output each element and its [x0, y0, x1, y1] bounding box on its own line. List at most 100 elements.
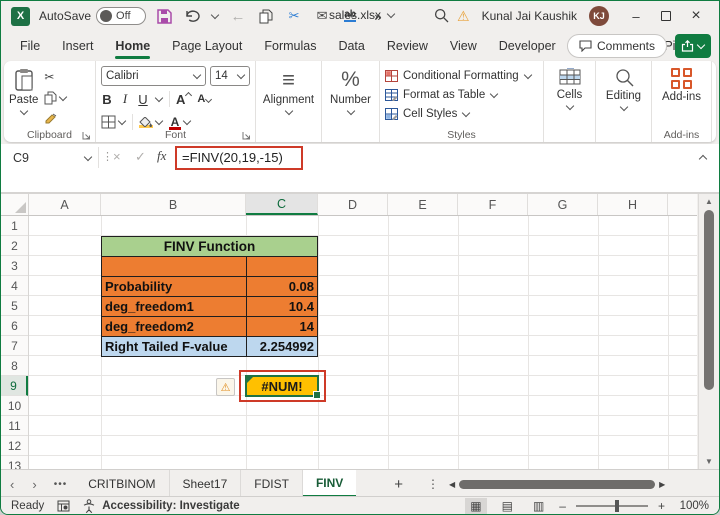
page-break-view-button[interactable]: ▥	[528, 498, 549, 514]
tab-bar-menu-icon[interactable]: ⋮	[417, 477, 449, 491]
number-button[interactable]: % Number	[327, 66, 374, 116]
horizontal-scrollbar[interactable]: ◀ ▶	[449, 479, 711, 489]
cell-probability-value[interactable]: 0.08	[246, 276, 318, 297]
tab-file[interactable]: File	[9, 34, 51, 58]
scroll-up-icon[interactable]: ▲	[699, 197, 719, 206]
sheet-tab-finv[interactable]: FINV	[302, 470, 357, 498]
row-header-8[interactable]: 8	[1, 356, 28, 376]
close-button[interactable]: ×	[681, 1, 711, 31]
row-header-9[interactable]: 9	[1, 376, 28, 396]
zoom-slider[interactable]	[575, 499, 648, 512]
new-sheet-button[interactable]: +	[382, 476, 415, 493]
comments-button[interactable]: Comments	[566, 34, 667, 58]
search-icon[interactable]	[434, 8, 449, 23]
user-name[interactable]: Kunal Jai Kaushik	[482, 9, 577, 23]
row-header-11[interactable]: 11	[1, 416, 28, 436]
cell-deg-freedom1-label[interactable]: deg_freedom1	[101, 296, 247, 317]
insert-function-icon[interactable]: fx	[157, 148, 166, 164]
cell-probability-label[interactable]: Probability	[101, 276, 247, 297]
clipboard-dialog-launcher-icon[interactable]	[82, 131, 91, 140]
zoom-slider-handle[interactable]	[614, 499, 619, 512]
cut-icon[interactable]: ✂	[285, 7, 303, 25]
cell-deg-freedom2-value[interactable]: 14	[246, 316, 318, 337]
tab-data[interactable]: Data	[327, 34, 375, 58]
row-header-1[interactable]: 1	[1, 216, 28, 236]
column-header-partial[interactable]	[668, 194, 697, 215]
increase-font-size-button[interactable]: A	[176, 92, 191, 107]
row-header-6[interactable]: 6	[1, 316, 28, 336]
back-arrow-icon[interactable]: ←	[229, 7, 247, 25]
font-color-button[interactable]: A	[169, 114, 191, 130]
name-box[interactable]: C9	[7, 147, 99, 168]
paste-button[interactable]: Paste	[9, 66, 38, 127]
decrease-font-size-button[interactable]: A	[197, 93, 211, 105]
column-header-c[interactable]: C	[246, 194, 318, 215]
cells-button[interactable]: Cells	[549, 66, 590, 111]
undo-icon[interactable]	[183, 7, 201, 25]
row-header-3[interactable]: 3	[1, 256, 28, 276]
scroll-down-icon[interactable]: ▼	[699, 457, 719, 466]
sheet-tab-fdist[interactable]: FDIST	[241, 470, 303, 498]
borders-button[interactable]	[101, 114, 126, 130]
sheet-tab-sheet17[interactable]: Sheet17	[170, 470, 242, 498]
zoom-out-button[interactable]: –	[559, 499, 566, 513]
scroll-right-icon[interactable]: ▶	[659, 480, 665, 489]
row-header-5[interactable]: 5	[1, 296, 28, 316]
row-header-12[interactable]: 12	[1, 436, 28, 456]
bold-button[interactable]: B	[101, 92, 113, 107]
row-header-2[interactable]: 2	[1, 236, 28, 256]
column-header-d[interactable]: D	[318, 194, 388, 215]
underline-button[interactable]: U	[137, 92, 149, 107]
font-size-combo[interactable]: 14	[210, 66, 250, 86]
cell-c3-empty[interactable]	[246, 256, 318, 277]
cancel-icon[interactable]: ×	[113, 149, 121, 164]
excel-logo-icon[interactable]: X	[11, 6, 30, 26]
column-header-b[interactable]: B	[101, 194, 246, 215]
vertical-scrollbar[interactable]: ▲ ▼	[698, 194, 719, 469]
cell-styles-button[interactable]: Cell Styles	[385, 104, 538, 123]
addins-button[interactable]: Add-ins	[657, 66, 706, 103]
tab-insert[interactable]: Insert	[51, 34, 104, 58]
tab-review[interactable]: Review	[376, 34, 439, 58]
accessibility-icon[interactable]	[83, 498, 95, 513]
zoom-in-button[interactable]: +	[658, 499, 665, 513]
sheet-tab-critbinom[interactable]: CRITBINOM	[75, 470, 170, 498]
tab-page-layout[interactable]: Page Layout	[161, 34, 253, 58]
scroll-left-icon[interactable]: ◀	[449, 480, 455, 489]
column-header-h[interactable]: H	[598, 194, 668, 215]
cell-fvalue-label[interactable]: Right Tailed F-value	[101, 336, 247, 357]
page-layout-view-button[interactable]: ▤	[497, 498, 518, 514]
format-painter-button[interactable]	[44, 111, 67, 127]
sheet-nav-right-icon[interactable]: ›	[23, 477, 45, 492]
column-header-a[interactable]: A	[29, 194, 101, 215]
zoom-level[interactable]: 100%	[675, 500, 709, 512]
maximize-button[interactable]	[651, 1, 681, 31]
cell-deg-freedom2-label[interactable]: deg_freedom2	[101, 316, 247, 337]
copy-icon[interactable]	[257, 7, 275, 25]
horizontal-scroll-thumb[interactable]	[459, 479, 656, 489]
cell-fvalue-value[interactable]: 2.254992	[246, 336, 318, 357]
column-header-f[interactable]: F	[458, 194, 528, 215]
conditional-formatting-button[interactable]: Conditional Formatting	[385, 66, 538, 85]
cell-deg-freedom1-value[interactable]: 10.4	[246, 296, 318, 317]
copy-button[interactable]	[44, 90, 67, 106]
column-header-e[interactable]: E	[388, 194, 458, 215]
share-button[interactable]	[675, 34, 711, 58]
format-as-table-button[interactable]: Format as Table	[385, 85, 538, 104]
alert-warning-icon[interactable]: ⚠	[457, 8, 470, 25]
name-box-resize-icon[interactable]: ⋮	[102, 150, 113, 163]
underline-dropdown-icon[interactable]	[155, 95, 163, 103]
file-name-button[interactable]: sales.xlsx	[329, 8, 395, 22]
tab-developer[interactable]: Developer	[488, 34, 567, 58]
cell-table-title[interactable]: FINV Function	[101, 236, 318, 257]
select-all-corner[interactable]	[1, 194, 29, 215]
alignment-button[interactable]: ≡ Alignment	[261, 66, 316, 116]
vertical-scroll-thumb[interactable]	[704, 210, 714, 390]
row-header-13[interactable]: 13	[1, 456, 28, 470]
avatar[interactable]: KJ	[589, 6, 609, 26]
normal-view-button[interactable]: ▦	[465, 497, 487, 514]
minimize-button[interactable]: –	[621, 1, 651, 31]
sheet-nav-left-icon[interactable]: ‹	[1, 477, 23, 492]
font-name-combo[interactable]: Calibri	[101, 66, 206, 86]
save-icon[interactable]	[155, 7, 173, 25]
